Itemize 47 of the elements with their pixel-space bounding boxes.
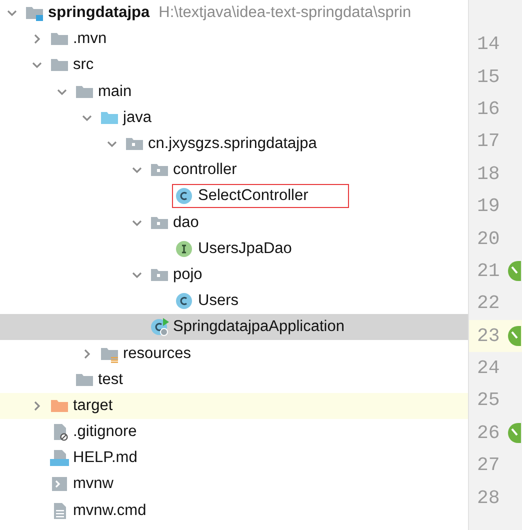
line-number: 23 bbox=[477, 324, 500, 347]
line-number: 18 bbox=[477, 162, 500, 185]
line-number: 15 bbox=[477, 66, 500, 88]
line-number: 25 bbox=[477, 389, 500, 412]
tree-item[interactable]: controller bbox=[173, 161, 237, 180]
tree-item[interactable]: HELP.md bbox=[73, 449, 138, 468]
line-number: 14 bbox=[477, 33, 500, 56]
line-number: 16 bbox=[477, 98, 500, 120]
tree-item[interactable]: target bbox=[73, 396, 113, 415]
tree-item[interactable]: dao bbox=[173, 214, 199, 232]
line-number: 22 bbox=[477, 292, 500, 314]
line-number: 27 bbox=[477, 454, 500, 476]
line-number: 17 bbox=[477, 130, 500, 152]
tree-item[interactable]: src bbox=[73, 56, 94, 74]
class-icon bbox=[175, 187, 195, 206]
tree-item[interactable]: pojo bbox=[173, 266, 202, 284]
line-number: 26 bbox=[477, 422, 500, 444]
tree-row-highlight[interactable]: target bbox=[0, 392, 468, 419]
terminal-file-icon bbox=[50, 475, 70, 494]
bean-icon[interactable] bbox=[506, 422, 521, 443]
tree-item[interactable]: test bbox=[98, 370, 123, 389]
tree-row-highlight[interactable]: SpringdatajpaApplication bbox=[0, 314, 468, 340]
line-number: 21 bbox=[477, 260, 500, 282]
line-number: 19 bbox=[477, 195, 500, 218]
bean-icon[interactable] bbox=[506, 260, 521, 281]
line-number: 20 bbox=[477, 228, 500, 250]
bean-icon[interactable] bbox=[506, 326, 521, 346]
tree-item[interactable]: UsersJpaDao bbox=[198, 240, 292, 258]
module-folder-icon bbox=[25, 4, 45, 22]
tree-item[interactable]: cn.jxysgzs.springdatajpa bbox=[148, 135, 317, 154]
tree-item[interactable]: main bbox=[98, 82, 132, 101]
tree-item[interactable]: resources bbox=[123, 344, 192, 363]
line-number: 24 bbox=[477, 357, 500, 380]
spring-class-icon bbox=[150, 318, 170, 336]
project-path: H:\textjava\idea-text-springdata\sprin bbox=[158, 4, 412, 22]
tree-item[interactable]: Users bbox=[198, 292, 238, 310]
tree-item[interactable]: .gitignore bbox=[73, 423, 137, 442]
interface-icon bbox=[175, 240, 195, 258]
tree-item[interactable]: SpringdatajpaApplication bbox=[173, 318, 344, 336]
tree-item[interactable]: mvnw bbox=[73, 475, 114, 494]
tree-item[interactable]: mvnw.cmd bbox=[73, 502, 146, 520]
class-icon bbox=[175, 292, 195, 310]
project-name[interactable]: springdatajpa bbox=[48, 4, 150, 22]
tree-item[interactable]: java bbox=[123, 108, 152, 127]
tree-item[interactable]: .mvn bbox=[73, 30, 107, 48]
line-number: 28 bbox=[477, 486, 500, 509]
markdown-file-icon bbox=[50, 449, 70, 468]
